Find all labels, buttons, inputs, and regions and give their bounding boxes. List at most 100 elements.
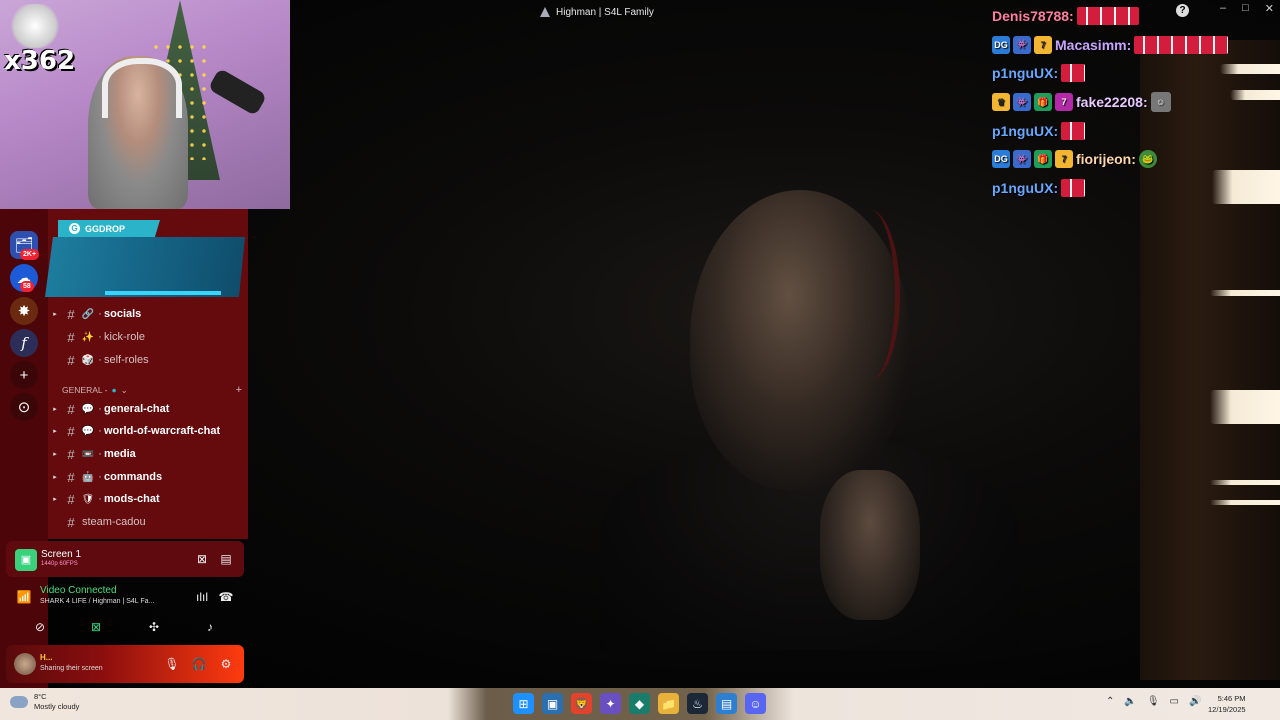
- server-icon[interactable]: ✸: [10, 297, 38, 325]
- ghost-badge-icon: 👾: [1013, 35, 1031, 54]
- microphone-icon[interactable]: 🎙: [164, 656, 180, 672]
- screen-share-title: Screen 1: [41, 549, 82, 560]
- webcam-overlay: x362: [0, 0, 290, 209]
- discover-icon[interactable]: ⊙: [10, 393, 38, 421]
- channel-commands[interactable]: ▸ # 🤖 · commands: [48, 467, 248, 487]
- chat-message: p1nguUX:: [992, 116, 1272, 145]
- brave-icon[interactable]: 🦁: [571, 693, 592, 714]
- file-explorer-icon[interactable]: 📁: [658, 693, 679, 714]
- channel-mods-chat[interactable]: ▸ # 🛡 · mods-chat: [48, 489, 248, 509]
- channel-self-roles[interactable]: # 🎲 · self-roles: [48, 350, 248, 370]
- channel-general-chat[interactable]: ▸ # 💬 · general-chat: [48, 399, 248, 419]
- chat-message: DG 👾 7 Macasimm:: [992, 31, 1272, 60]
- voice-status: Video Connected: [40, 585, 117, 596]
- cloud-icon: [10, 696, 28, 708]
- add-server-icon[interactable]: +: [10, 361, 38, 389]
- light-slat: [1210, 500, 1280, 505]
- channel-kick-role[interactable]: # ✨ · kick-role: [48, 327, 248, 347]
- gear-icon[interactable]: ⚙: [218, 656, 234, 672]
- stop-stream-icon[interactable]: ⊠: [194, 551, 210, 567]
- hash-icon: #: [67, 491, 75, 507]
- link-icon: 🔗: [81, 308, 95, 320]
- voice-location[interactable]: SHARK 4 LIFE / Highman | S4L Fa...: [40, 598, 154, 605]
- share-screen-icon[interactable]: ⊠: [88, 619, 104, 635]
- mic-tray-icon[interactable]: 🎙: [1147, 696, 1160, 707]
- channel-media[interactable]: ▸ # 📼 · media: [48, 444, 248, 464]
- camera-off-icon[interactable]: ⊘: [32, 619, 48, 635]
- chat-message: p1nguUX:: [992, 174, 1272, 203]
- channel-name: socials: [104, 308, 142, 320]
- hash-icon: #: [67, 401, 75, 417]
- ggdrop-icon: G: [69, 223, 80, 234]
- light-slat: [1210, 390, 1280, 424]
- chat-message: DG 👾 🎁 7 fiorijeon: 🐸: [992, 145, 1272, 174]
- channel-name: self-roles: [104, 354, 149, 366]
- clock-date: 12/19/2025: [1208, 705, 1246, 714]
- disconnect-icon[interactable]: ☎: [218, 589, 234, 605]
- add-channel-icon[interactable]: +: [236, 384, 242, 396]
- badge-icon: DG: [992, 35, 1010, 54]
- microphone: [207, 67, 268, 117]
- badge-icon: DG: [992, 150, 1010, 169]
- task-view-icon[interactable]: ▣: [542, 693, 563, 714]
- speech-bubble-icon: 💬: [81, 425, 95, 437]
- app-logo-icon: [540, 7, 550, 17]
- channel-world-of-warcraft-chat[interactable]: ▸ # 💬 · world-of-warcraft-chat: [48, 421, 248, 441]
- network-icon[interactable]: ▭: [1170, 696, 1179, 707]
- hash-icon: #: [67, 306, 75, 322]
- promo-banner[interactable]: [45, 237, 245, 297]
- emote-icon: [1061, 64, 1086, 83]
- sparkle-icon: ✨: [81, 331, 95, 343]
- weather-temperature: 8°C: [34, 692, 47, 701]
- headphones-icon[interactable]: 🎧: [191, 656, 207, 672]
- hash-icon: #: [67, 329, 75, 345]
- user-status: Sharing their screen: [40, 665, 103, 672]
- taskbar-apps: ⊞ ▣ 🦁 ✦ ◆ 📁 ♨ ▤ ☺: [513, 693, 766, 714]
- start-icon[interactable]: ⊞: [513, 693, 534, 714]
- person-fist: [820, 470, 920, 620]
- channel-name: media: [104, 448, 136, 460]
- channel-name: kick-role: [104, 331, 145, 343]
- channel-socials[interactable]: ▸ # 🔗 · socials: [48, 304, 248, 324]
- clock[interactable]: 5:46 PM 12/19/2025: [1208, 693, 1246, 715]
- channel-steam-cadou[interactable]: # steam-cadou: [48, 512, 248, 532]
- noise-suppression-icon[interactable]: ılıl: [194, 589, 210, 605]
- headset: [840, 210, 900, 380]
- headphones: [102, 58, 182, 118]
- channel-name: steam-cadou: [82, 516, 146, 528]
- copilot-icon[interactable]: ✦: [600, 693, 621, 714]
- soundboard-icon[interactable]: ♪: [202, 619, 218, 635]
- chat-message: ♛ 👾 🎁 7 fake22208: ☺: [992, 88, 1272, 117]
- ghost-badge-icon: 👾: [1013, 93, 1031, 112]
- screen: Highman | S4L Family ? – □ ✕ x362 Denis7…: [0, 0, 1280, 720]
- signal-icon[interactable]: 📶: [16, 589, 32, 605]
- speech-bubble-icon: 💬: [81, 403, 95, 415]
- hash-icon: #: [67, 423, 75, 439]
- server-icon[interactable]: f: [10, 329, 38, 357]
- channel-name: general-chat: [104, 403, 170, 415]
- notepad-icon[interactable]: ▤: [716, 693, 737, 714]
- screen-share-icon: ▣: [15, 549, 37, 571]
- activities-icon[interactable]: ✣: [146, 619, 162, 635]
- unread-indicator: ▸: [53, 451, 57, 458]
- discord-icon[interactable]: ☺: [745, 693, 766, 714]
- chat-username: p1nguUX:: [992, 122, 1059, 139]
- unread-indicator: ▸: [53, 428, 57, 435]
- screen-share-panel[interactable]: ▣ Screen 1 1440p 60FPS ⊠ ▤: [6, 541, 244, 577]
- speaker-icon[interactable]: 🔈: [1124, 696, 1136, 707]
- stream-settings-icon[interactable]: ▤: [218, 551, 234, 567]
- shield-icon: 🛡: [81, 493, 95, 505]
- category-general[interactable]: GENERAL - ● ⌄ +: [62, 384, 242, 396]
- promo-tag[interactable]: G GGDROP: [58, 220, 160, 237]
- volume-icon[interactable]: 🔊: [1189, 696, 1201, 707]
- emote-image: [8, 4, 62, 48]
- 7tv-badge-icon: 7: [1034, 35, 1052, 54]
- avatar[interactable]: [14, 653, 36, 675]
- m365-icon[interactable]: ◆: [629, 693, 650, 714]
- window-title-bar: Highman | S4L Family: [540, 4, 654, 20]
- ghost-badge-icon: 👾: [1013, 150, 1031, 169]
- chevron-up-icon[interactable]: ⌃: [1106, 696, 1114, 707]
- weather-widget[interactable]: 8°C Mostly cloudy: [10, 692, 79, 712]
- steam-icon[interactable]: ♨: [687, 693, 708, 714]
- film-icon: 📼: [81, 448, 95, 460]
